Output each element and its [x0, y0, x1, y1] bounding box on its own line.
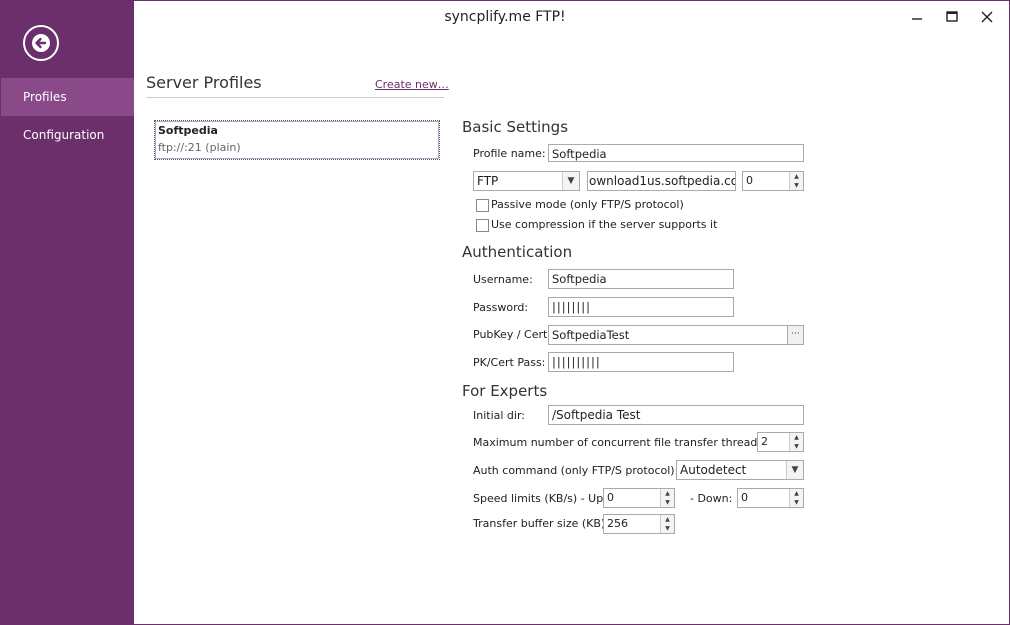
buffer-size-label: Transfer buffer size (KB):	[473, 517, 609, 530]
close-icon	[981, 11, 993, 23]
profile-name: Softpedia	[158, 124, 218, 137]
username-label: Username:	[473, 273, 533, 286]
experts-heading: For Experts	[462, 382, 548, 400]
passive-mode-checkbox[interactable]	[476, 199, 489, 212]
compression-checkbox[interactable]	[476, 219, 489, 232]
chevron-down-icon: ▼	[786, 461, 803, 479]
buffer-size-value: 256	[607, 517, 628, 530]
threads-value: 2	[761, 435, 768, 448]
sidebar-item-profiles[interactable]: Profiles	[1, 78, 134, 116]
profiles-heading: Server Profiles	[146, 73, 262, 92]
protocol-select[interactable]: FTP ▼	[473, 171, 580, 191]
auth-command-select[interactable]: Autodetect ▼	[676, 460, 804, 480]
pkpass-field[interactable]: ||||||||||	[548, 352, 734, 372]
profile-list-item[interactable]: Softpedia ftp://:21 (plain)	[154, 120, 440, 160]
sidebar-item-label: Profiles	[23, 90, 67, 104]
auth-command-value: Autodetect	[680, 463, 747, 477]
speed-down-value: 0	[741, 491, 748, 504]
profile-name-field[interactable]: Softpedia	[548, 144, 804, 162]
password-field[interactable]: ||||||||	[548, 297, 734, 317]
authentication-heading: Authentication	[462, 243, 573, 261]
initial-dir-label: Initial dir:	[473, 409, 526, 422]
spin-arrows-icon[interactable]: ▲ ▼	[789, 489, 803, 507]
sidebar-item-configuration[interactable]: Configuration	[1, 116, 134, 154]
threads-stepper[interactable]: 2 ▲ ▼	[757, 432, 804, 452]
profile-name-label: Profile name:	[473, 147, 546, 160]
password-label: Password:	[473, 301, 529, 314]
minimize-icon	[912, 18, 922, 20]
speed-up-value: 0	[607, 491, 614, 504]
protocol-value: FTP	[477, 174, 499, 188]
speed-down-stepper[interactable]: 0 ▲ ▼	[737, 488, 804, 508]
speed-down-label: - Down:	[690, 492, 733, 505]
profile-address: ftp://:21 (plain)	[158, 141, 241, 154]
threads-label: Maximum number of concurrent file transf…	[473, 436, 767, 449]
port-value: 0	[746, 174, 753, 187]
port-stepper[interactable]: 0 ▲ ▼	[742, 171, 804, 191]
app-window: Profiles Configuration syncplify.me FTP!…	[0, 0, 1010, 625]
pubkey-field[interactable]: SoftpediaTest	[548, 325, 788, 345]
pkpass-label: PK/Cert Pass:	[473, 356, 546, 369]
passive-mode-label: Passive mode (only FTP/S protocol)	[491, 198, 684, 211]
sidebar-item-label: Configuration	[23, 128, 105, 142]
pubkey-label: PubKey / Cert:	[473, 328, 552, 341]
spin-arrows-icon[interactable]: ▲ ▼	[660, 515, 674, 533]
username-field[interactable]: Softpedia	[548, 269, 734, 289]
back-arrow-icon	[32, 34, 50, 52]
host-field[interactable]: ownload1us.softpedia.com	[587, 171, 736, 191]
maximize-button[interactable]	[941, 7, 963, 27]
spin-arrows-icon[interactable]: ▲ ▼	[660, 489, 674, 507]
basic-settings-heading: Basic Settings	[462, 118, 569, 136]
compression-label: Use compression if the server supports i…	[491, 218, 718, 231]
close-button[interactable]	[976, 7, 998, 27]
chevron-down-icon: ▼	[562, 172, 579, 190]
sidebar: Profiles Configuration	[1, 1, 134, 624]
speed-up-stepper[interactable]: 0 ▲ ▼	[603, 488, 675, 508]
auth-command-label: Auth command (only FTP/S protocol):	[473, 464, 679, 477]
spin-arrows-icon[interactable]: ▲ ▼	[789, 433, 803, 451]
browse-button[interactable]: ···	[787, 325, 804, 345]
back-button[interactable]	[23, 25, 59, 61]
create-new-link[interactable]: Create new…	[375, 78, 449, 91]
minimize-button[interactable]	[906, 7, 928, 27]
spin-arrows-icon[interactable]: ▲ ▼	[789, 172, 803, 190]
maximize-icon	[946, 11, 958, 22]
divider	[146, 97, 444, 98]
initial-dir-field[interactable]: /Softpedia Test	[548, 405, 804, 425]
speed-up-label: Speed limits (KB/s) - Up:	[473, 492, 607, 505]
window-title: syncplify.me FTP!	[444, 9, 566, 25]
buffer-size-stepper[interactable]: 256 ▲ ▼	[603, 514, 675, 534]
